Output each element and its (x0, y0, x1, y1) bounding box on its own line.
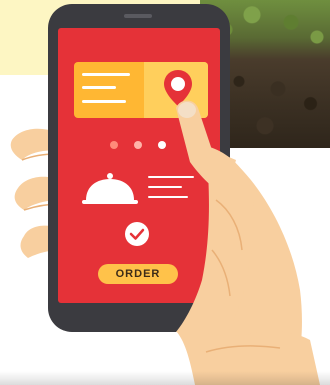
ad-illustration: ORDER (0, 0, 330, 385)
bottom-shadow (0, 371, 330, 385)
hand-front (176, 100, 320, 385)
